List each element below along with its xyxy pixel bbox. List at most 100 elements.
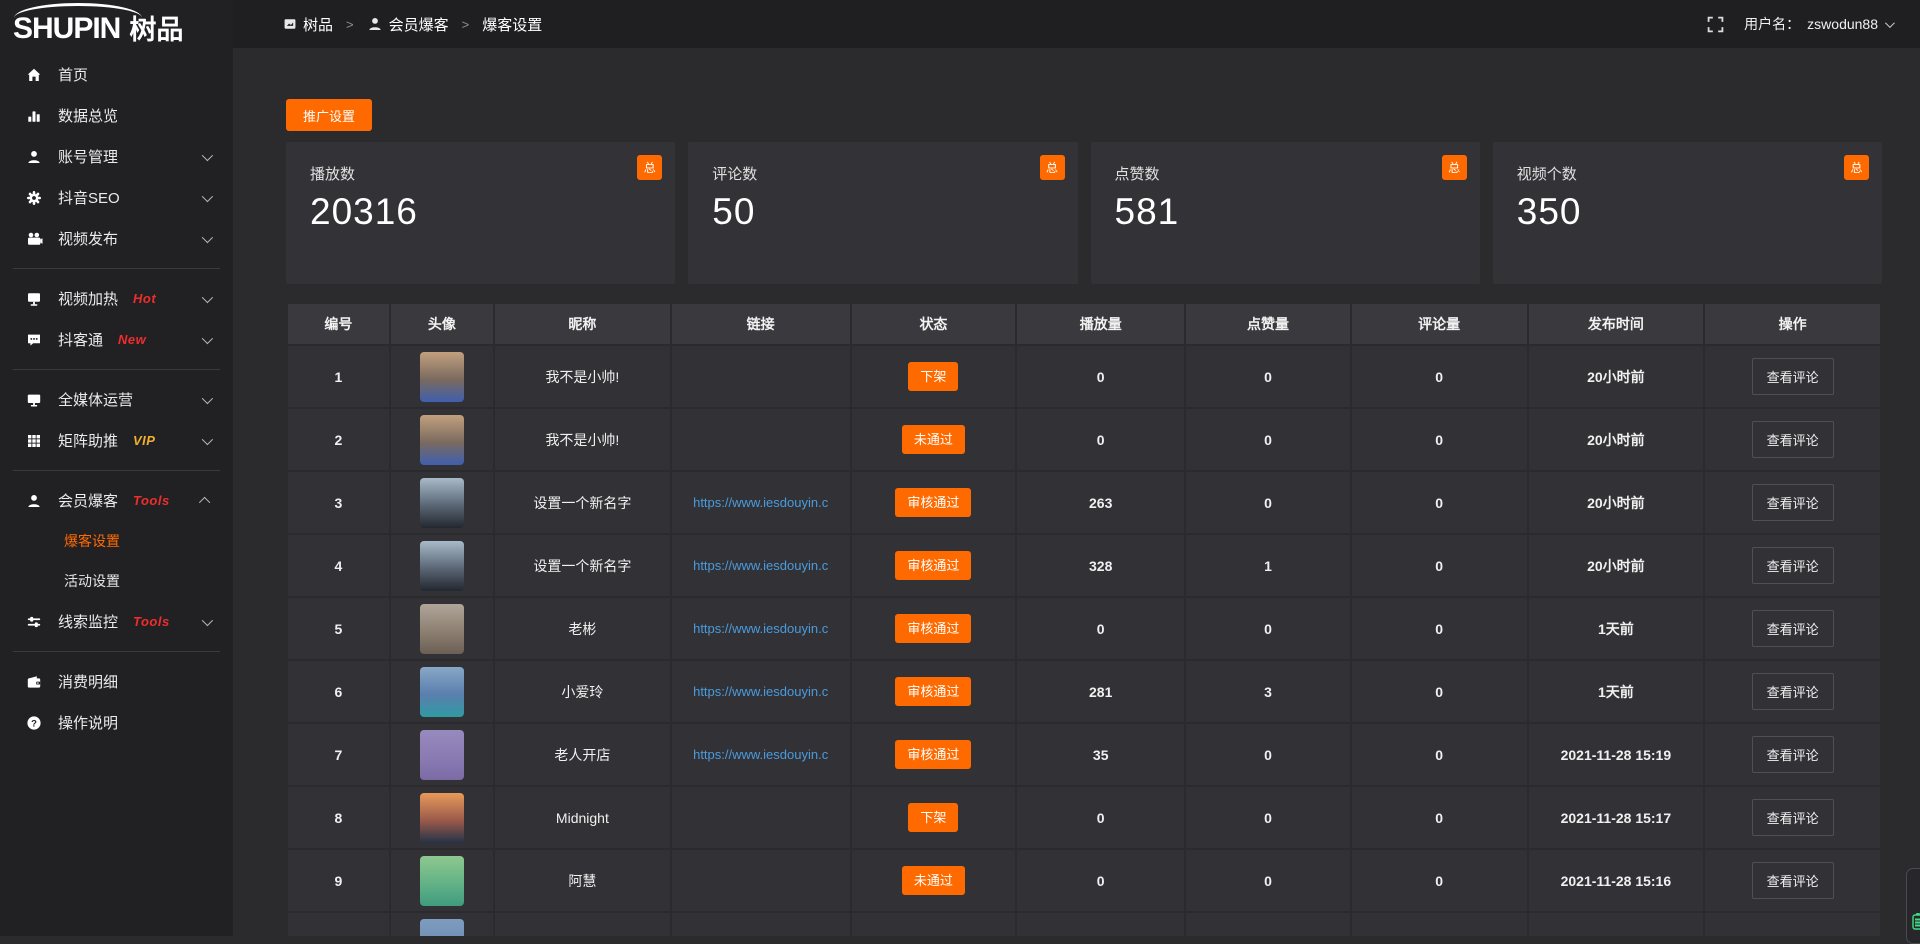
- breadcrumb-label: 爆客设置: [482, 14, 542, 35]
- row-number-cell: 7: [288, 724, 389, 785]
- sidebar-item[interactable]: 全媒体运营: [0, 379, 233, 420]
- avatar: [420, 541, 464, 591]
- table-column-header: 点赞量: [1186, 304, 1350, 344]
- avatar: [420, 730, 464, 780]
- link-cell: [672, 346, 850, 407]
- sidebar-divider: [13, 369, 220, 370]
- likes-cell: 0: [1186, 850, 1350, 911]
- sidebar-subitem[interactable]: 爆客设置: [0, 521, 233, 561]
- status-badge[interactable]: 下架: [908, 803, 958, 832]
- link-cell: https://www.iesdouyin.c: [672, 724, 850, 785]
- status-badge[interactable]: 审核通过: [895, 488, 971, 517]
- publish-time-cell: 2021-11-28 15:17: [1529, 787, 1704, 848]
- chevron-down-icon: [202, 392, 213, 403]
- sidebar-item[interactable]: 抖音SEO: [0, 177, 233, 218]
- status-cell: 审核通过: [852, 535, 1016, 596]
- action-cell: 查看评论: [1705, 409, 1880, 470]
- stat-card-title: 视频个数: [1517, 163, 1858, 184]
- sidebar-item[interactable]: 账号管理: [0, 136, 233, 177]
- table-column-header: 操作: [1705, 304, 1880, 344]
- sidebar-item[interactable]: 视频加热Hot: [0, 278, 233, 319]
- sidebar-item[interactable]: 会员爆客Tools: [0, 480, 233, 521]
- avatar-cell: [391, 913, 493, 936]
- status-cell: 审核通过: [852, 598, 1016, 659]
- sidebar-item-badge: Tools: [133, 614, 170, 629]
- sidebar-item[interactable]: 视频发布: [0, 218, 233, 259]
- sidebar-item-label: 抖客通: [58, 329, 103, 350]
- sidebar-item[interactable]: ?操作说明: [0, 702, 233, 743]
- table-row: [288, 913, 1880, 936]
- sidebar-item[interactable]: 数据总览: [0, 95, 233, 136]
- promotion-settings-button[interactable]: 推广设置: [286, 99, 372, 131]
- video-link[interactable]: https://www.iesdouyin.c: [676, 747, 846, 762]
- brand-logo[interactable]: SHUPIN 树品: [0, 0, 233, 48]
- status-badge[interactable]: 未通过: [902, 866, 965, 895]
- row-number-cell: 5: [288, 598, 389, 659]
- publish-time-cell: 20小时前: [1529, 472, 1704, 533]
- nickname-cell: 小爱玲: [495, 661, 670, 722]
- view-comments-button[interactable]: 查看评论: [1752, 547, 1834, 584]
- avatar: [420, 478, 464, 528]
- view-comments-button[interactable]: 查看评论: [1752, 484, 1834, 521]
- comments-cell: 0: [1352, 472, 1527, 533]
- view-comments-button[interactable]: 查看评论: [1752, 862, 1834, 899]
- sidebar-subitem[interactable]: 活动设置: [0, 561, 233, 601]
- status-badge[interactable]: 下架: [908, 362, 958, 391]
- avatar: [420, 415, 464, 465]
- videos-table: 编号头像昵称链接状态播放量点赞量评论量发布时间操作 1我不是小帅!下架00020…: [286, 302, 1882, 936]
- status-badge[interactable]: 审核通过: [895, 677, 971, 706]
- home-icon: [25, 67, 43, 83]
- status-cell: 下架: [852, 346, 1016, 407]
- breadcrumb-item[interactable]: 会员爆客: [367, 14, 449, 35]
- sidebar-item[interactable]: 线索监控Tools: [0, 601, 233, 642]
- status-cell: 下架: [852, 787, 1016, 848]
- action-cell: 查看评论: [1705, 787, 1880, 848]
- row-number-cell: 3: [288, 472, 389, 533]
- status-badge[interactable]: 审核通过: [895, 614, 971, 643]
- edge-widget[interactable]: [1906, 868, 1920, 944]
- video-link[interactable]: https://www.iesdouyin.c: [676, 558, 846, 573]
- video-link[interactable]: https://www.iesdouyin.c: [676, 495, 846, 510]
- status-badge[interactable]: 未通过: [902, 425, 965, 454]
- status-badge[interactable]: 审核通过: [895, 551, 971, 580]
- main-content: 推广设置 播放数20316总评论数50总点赞数581总视频个数350总 编号头像…: [233, 48, 1920, 936]
- view-comments-button[interactable]: 查看评论: [1752, 610, 1834, 647]
- link-cell: [672, 409, 850, 470]
- view-comments-button[interactable]: 查看评论: [1752, 736, 1834, 773]
- view-comments-button[interactable]: 查看评论: [1752, 673, 1834, 710]
- sidebar-item[interactable]: 首页: [0, 54, 233, 95]
- sidebar-item[interactable]: 抖客通New: [0, 319, 233, 360]
- likes-cell: 1: [1186, 535, 1350, 596]
- comments-cell: 0: [1352, 598, 1527, 659]
- status-cell: 审核通过: [852, 472, 1016, 533]
- status-cell: 未通过: [852, 850, 1016, 911]
- username-label: 用户名：: [1744, 14, 1800, 34]
- sidebar-item[interactable]: 矩阵助推VIP: [0, 420, 233, 461]
- avatar-cell: [391, 724, 493, 785]
- status-cell: 审核通过: [852, 724, 1016, 785]
- status-badge[interactable]: 审核通过: [895, 740, 971, 769]
- sidebar-item-label: 消费明细: [58, 671, 118, 692]
- sidebar-item-label: 全媒体运营: [58, 389, 133, 410]
- nickname-cell: Midnight: [495, 787, 670, 848]
- avatar-cell: [391, 535, 493, 596]
- video-link[interactable]: https://www.iesdouyin.c: [676, 621, 846, 636]
- plays-cell: 0: [1017, 409, 1184, 470]
- chevron-down-icon: [202, 614, 213, 625]
- plays-cell: 35: [1017, 724, 1184, 785]
- view-comments-button[interactable]: 查看评论: [1752, 358, 1834, 395]
- plays-cell: [1017, 913, 1184, 936]
- user-menu[interactable]: 用户名：zswodun88: [1744, 14, 1892, 34]
- comments-cell: 0: [1352, 535, 1527, 596]
- bar-chart-icon: [25, 108, 43, 124]
- view-comments-button[interactable]: 查看评论: [1752, 799, 1834, 836]
- monitor-hot-icon: [25, 291, 43, 307]
- view-comments-button[interactable]: 查看评论: [1752, 421, 1834, 458]
- fullscreen-icon[interactable]: [1707, 16, 1724, 33]
- stat-card: 点赞数581总: [1091, 142, 1480, 284]
- sidebar-item[interactable]: 消费明细: [0, 661, 233, 702]
- breadcrumb-item[interactable]: 树品: [283, 14, 333, 35]
- likes-cell: [1186, 913, 1350, 936]
- video-link[interactable]: https://www.iesdouyin.c: [676, 684, 846, 699]
- stats-cards: 播放数20316总评论数50总点赞数581总视频个数350总: [286, 142, 1882, 284]
